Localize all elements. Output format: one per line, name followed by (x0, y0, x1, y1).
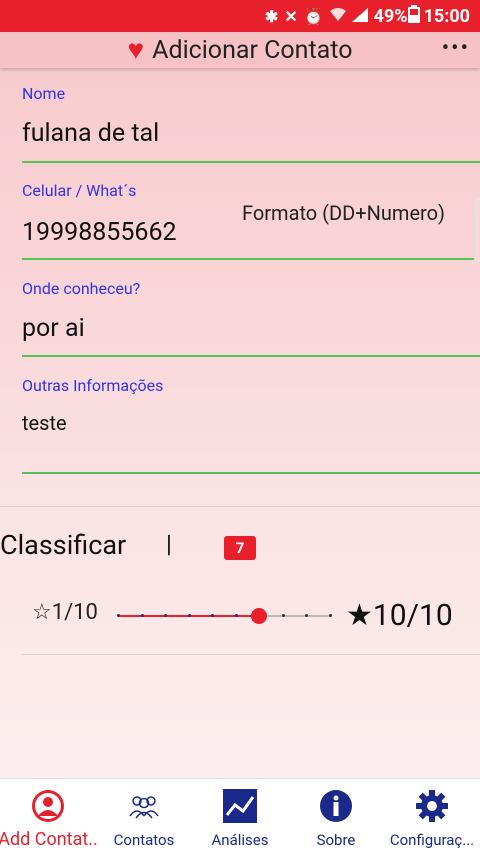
classificar-title: Classificar (0, 529, 127, 561)
status-bar: ✱ ✕ ⏰ 49% 15:00 (0, 0, 480, 32)
battery-icon (407, 4, 420, 28)
contacts-icon (126, 789, 162, 823)
onde-conheceu-label: Onde conheceu? (22, 279, 141, 298)
slider-thumb[interactable] (251, 608, 268, 624)
signal-icon (351, 7, 368, 26)
nav-add-contato-label: Add Contat.. (0, 829, 98, 850)
nome-field[interactable]: Nome fulana de tal (22, 84, 480, 164)
nav-analises-label: Análises (211, 831, 269, 849)
celular-format-hint: Formato (DD+Numero) (242, 201, 445, 225)
nav-contatos-label: Contatos (113, 831, 175, 849)
slider-tick (117, 614, 120, 617)
slider-tick (187, 614, 191, 617)
scrollbar[interactable] (474, 198, 480, 262)
rating-max-label: ★10/10 (346, 598, 453, 633)
heart-icon: ♥ (127, 33, 145, 66)
slider-tick (234, 614, 238, 617)
onde-conheceu-field[interactable]: Onde conheceu? por ai (22, 279, 480, 359)
outras-informacoes-label: Outras Informações (22, 376, 164, 395)
outras-informacoes-field[interactable]: Outras Informações teste (22, 376, 480, 476)
celular-label: Celular / What´s (22, 181, 137, 200)
outras-informacoes-input[interactable]: teste (22, 411, 480, 435)
nav-configuracoes[interactable]: Configuraç... (384, 779, 480, 854)
more-options-icon[interactable]: ••• (442, 36, 470, 61)
nav-configuracoes-label: Configuraç... (389, 831, 475, 849)
battery-percent: 49% (373, 5, 408, 27)
app-bar: ♥ Adicionar Contato ••• (0, 32, 480, 68)
bluetooth-icon: ✱ (264, 6, 279, 26)
slider-tick (140, 614, 144, 617)
slider-tick (281, 614, 285, 617)
bottom-navigation: Add Contat.. Contatos Análises Sobre Con… (0, 778, 480, 854)
section-divider (0, 506, 480, 507)
onde-conheceu-underline (22, 355, 480, 357)
classificar-separator: | (166, 530, 172, 558)
nav-sobre-label: Sobre (316, 831, 356, 849)
rating-min-label: ☆1/10 (32, 600, 98, 625)
add-contact-icon (31, 789, 65, 823)
onde-conheceu-input[interactable]: por ai (22, 314, 480, 343)
clock: 15:00 (423, 5, 470, 27)
info-icon (319, 789, 353, 823)
page-title: Adicionar Contato (152, 35, 353, 65)
nav-sobre[interactable]: Sobre (288, 779, 384, 854)
wifi-icon (329, 7, 346, 26)
status-icons: ✱ ✕ ⏰ (265, 7, 368, 26)
nav-contatos[interactable]: Contatos (96, 779, 192, 854)
alarm-icon: ⏰ (303, 6, 324, 26)
nav-add-contato[interactable]: Add Contat.. (0, 779, 98, 854)
gear-icon (415, 789, 449, 823)
nav-analises[interactable]: Análises (192, 779, 288, 854)
outras-informacoes-underline (22, 472, 480, 474)
rating-value-badge: 7 (224, 536, 256, 560)
rating-slider[interactable] (117, 606, 332, 626)
nome-label: Nome (22, 84, 66, 103)
celular-underline (22, 258, 480, 260)
nome-input[interactable]: fulana de tal (22, 119, 480, 148)
mute-icon: ✕ (284, 6, 298, 26)
nome-underline (22, 161, 480, 163)
slider-tick (329, 614, 332, 617)
rating-divider (22, 654, 480, 655)
chart-icon (223, 789, 257, 823)
